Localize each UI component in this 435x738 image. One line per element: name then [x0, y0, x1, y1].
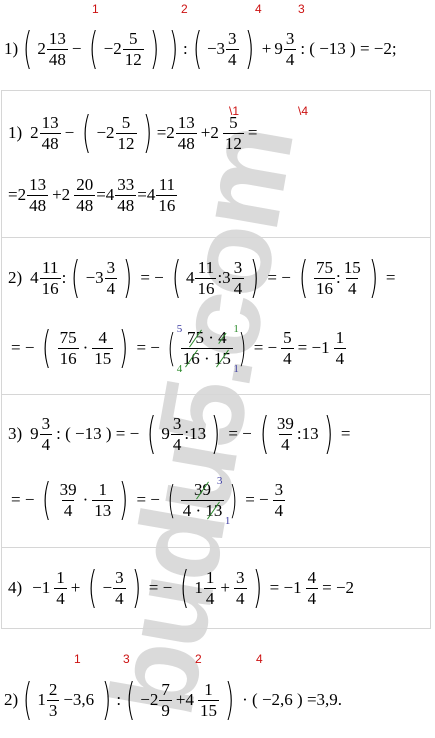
step-4-line-1: 4) −1 14 + (− 34 ) = − (1 14 + 34 ) = −1…: [8, 562, 355, 613]
step-3-line-1: 3) 9 34 : ( −13 ) = − (9 34 :13 ) = − ( …: [8, 408, 351, 459]
order-mark: 1: [74, 652, 81, 666]
order-mark: \4: [298, 104, 309, 118]
paren-open: (: [192, 23, 203, 74]
order-mark: 3: [123, 652, 130, 666]
step-label: 3): [8, 424, 23, 443]
step-label: 4): [8, 578, 23, 597]
paren-close: ): [244, 23, 254, 74]
paren-close: ): [149, 23, 160, 74]
paren-open: (: [23, 23, 33, 74]
reduction-note: 4: [176, 363, 183, 376]
step-1-line-1: 1) 2 13 48 − (−2 5 12 ) =2 13 48 +2 5 12 =: [8, 107, 258, 158]
step-2-line-1: 2) 4 11 16 : (−3 34 ) = − (4 11 16 :3 34 )…: [8, 252, 396, 303]
task-2-expression: 2) (1 23 −3,6 ) : (−2 79 +4 1 15 ) · ( −2…: [4, 674, 343, 725]
reduction-note: 3: [216, 474, 223, 487]
order-mark: 4: [255, 2, 262, 16]
task-label: 2): [4, 690, 19, 709]
paren-close: ): [168, 23, 179, 74]
step-3-line-2: = − ( 39 4 · 1 13 ) = − ( 39 4 · 13 3 1 ) …: [11, 474, 286, 528]
paren-open: (: [89, 23, 99, 74]
task-label: 1): [4, 39, 19, 58]
reduction-note: 5: [176, 322, 183, 335]
step-label: 1): [8, 123, 23, 142]
order-mark: 2: [195, 652, 202, 666]
step-2-line-2: = − ( 75 16 · 4 15 ) = − ( 75 · 4 16 · 15 …: [11, 322, 347, 376]
order-mark: 4: [256, 652, 263, 666]
step-label: 2): [8, 268, 23, 287]
order-mark: 2: [181, 2, 188, 16]
order-mark: 1: [92, 2, 99, 16]
step-1-line-2: =2 13 48 +2 20 48 =4 33 48 =4 11 16: [8, 174, 178, 215]
order-mark: 3: [298, 2, 305, 16]
task-1-expression: 1) ( 2 13 48 − ( −2 5 12 ) ) : ( −3 34 ) +…: [4, 23, 397, 74]
